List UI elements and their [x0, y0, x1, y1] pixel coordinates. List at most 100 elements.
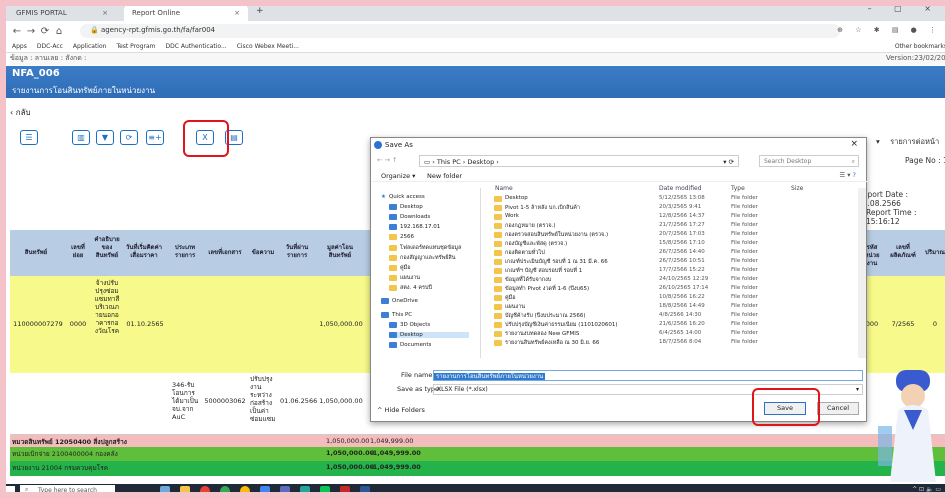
file-row[interactable]: คู่มือ 10/8/2566 16:22 File folder — [491, 294, 851, 302]
bookmark-webex[interactable]: Cisco Webex Meeti... — [237, 43, 299, 50]
filter-list-icon[interactable]: ☰ — [20, 130, 38, 145]
word-icon[interactable] — [360, 486, 370, 496]
col-name[interactable]: Name — [495, 185, 513, 192]
back-link[interactable]: ‹ กลับ — [10, 106, 31, 119]
reload-icon[interactable]: ⟳ — [38, 26, 52, 37]
filter-icon[interactable]: ▼ — [96, 130, 114, 145]
hide-folders-toggle[interactable]: ^ Hide Folders — [377, 406, 425, 414]
page-size-select[interactable]: ▾ รายการต่อหน้า — [876, 136, 939, 148]
col-date[interactable]: Date modified — [659, 185, 702, 192]
nav-item[interactable]: Desktop — [389, 204, 423, 210]
col-text: ข้อความ — [251, 249, 275, 256]
doc-cell: 5000003062 — [204, 397, 246, 405]
bookmark-ddc-acc[interactable]: DDC-Acc — [37, 43, 63, 50]
nav-item[interactable]: โฟลเดอร์ทดแทนชุดข้อมูล — [389, 244, 461, 252]
desktop-icon — [389, 332, 397, 338]
file-row[interactable]: กองตรวจสอบสินทรัพย์ในหน่วยงาน (ตรวจ.) 20/… — [491, 231, 851, 239]
folder-icon — [494, 259, 502, 265]
refresh-icon[interactable]: ⟳ — [120, 130, 138, 145]
app-icon[interactable] — [300, 486, 310, 496]
file-row[interactable]: เกณฑ์ประเมินบัญชี รอบที่ 1 ณ 31 มี.ค. 66… — [491, 258, 851, 266]
home-icon[interactable]: ⌂ — [52, 26, 66, 37]
app-icon[interactable] — [280, 486, 290, 496]
new-folder-button[interactable]: New folder — [427, 172, 462, 180]
nav-item[interactable]: OneDrive — [381, 298, 418, 304]
new-tab-icon[interactable]: + — [256, 6, 264, 16]
file-row[interactable]: ข้อมูลทำ Pivot งวดที่ 1-6 (ปีงบ65) 26/10/… — [491, 285, 851, 293]
col-type[interactable]: Type — [731, 185, 745, 192]
bookmark-test-program[interactable]: Test Program — [116, 43, 155, 50]
filename-input[interactable]: รายงานการโอนสินทรัพย์ภายในหน่วยงาน — [433, 370, 863, 381]
nav-item[interactable]: This PC — [381, 312, 412, 318]
search-input[interactable]: Search Desktop ⌕ — [759, 155, 859, 167]
bookmark-ddc-auth[interactable]: DDC Authenticatio... — [166, 43, 227, 50]
window-controls[interactable]: – ▢ × — [868, 4, 941, 13]
view-options-icon[interactable]: ☰ ▾ ? — [839, 171, 856, 179]
system-tray-icons[interactable]: ^ ⊡ 🔈 ▭ — [912, 486, 941, 493]
file-row[interactable]: ข้อมูลที่ได้รับจากงบ 24/10/2565 12:29 File… — [491, 276, 851, 284]
refresh-icon[interactable]: ▾ ⟳ — [723, 158, 734, 166]
nav-item[interactable]: กองสัญญาและทรัพย์สิน — [389, 254, 456, 262]
url-input[interactable]: 🔒 agency-rpt.gfmis.go.th/fa/far004 — [80, 24, 840, 38]
cancel-button[interactable]: Cancel — [817, 402, 859, 415]
app-icon[interactable] — [340, 486, 350, 496]
close-tab-icon[interactable]: × — [234, 9, 240, 17]
file-row[interactable]: กองกฎหมาย (ตรวจ.) 21/7/2566 17:27 File fol… — [491, 222, 851, 230]
nav-item[interactable]: 192.168.17.01 — [389, 224, 440, 230]
path-input[interactable]: ▭ › This PC › Desktop › ▾ ⟳ — [419, 155, 739, 167]
browser-menu-icons[interactable]: ⊕ ☆ ✱ ▤ ● ⋮ — [837, 26, 941, 34]
nav-item[interactable]: 2566 — [389, 234, 414, 240]
file-row[interactable]: แผนงาน 18/8/2566 14:49 File folder — [491, 303, 851, 311]
chrome-icon[interactable] — [220, 486, 230, 496]
onedrive-icon — [381, 298, 389, 304]
nav-item-selected[interactable]: Desktop — [389, 332, 469, 338]
file-row[interactable]: ปรับปรุงบัญชีเงินค่าธรรมเนียม (110102060… — [491, 321, 851, 329]
windows-start-icon[interactable] — [6, 486, 15, 495]
file-row[interactable]: กองติดตามทั่วไป 26/7/2566 14:40 File folde… — [491, 249, 851, 257]
file-list-scrollbar[interactable] — [858, 188, 866, 358]
task-view-icon[interactable] — [160, 486, 170, 496]
organize-button[interactable]: Organize ▾ — [381, 172, 415, 180]
folder-icon — [494, 295, 502, 301]
help-icon[interactable]: ? — [853, 171, 856, 179]
line-icon[interactable] — [320, 486, 330, 496]
file-row[interactable]: Pivot 1-5 ล้าหลัง บก.เบิกสินค้า 20/3/2565… — [491, 204, 851, 212]
file-row[interactable]: Work 12/8/2566 14:37 File folder — [491, 213, 851, 221]
nav-item[interactable]: 3D Objects — [389, 322, 430, 328]
summary-v2: 1,049,999.00 — [370, 437, 414, 445]
nav-item[interactable]: ★ Quick access — [381, 194, 425, 200]
close-tab-icon[interactable]: × — [102, 9, 108, 17]
chrome-icon[interactable] — [200, 486, 210, 496]
nav-item[interactable]: แผนงาน — [389, 274, 420, 282]
folder-icon — [494, 340, 502, 346]
file-row[interactable]: รายงานสินทรัพย์คงเหลือ ณ 30 มิ.ย. 66 18/7… — [491, 339, 851, 347]
file-row[interactable]: กองบัญชีและพัสดุ (ตรวจ.) 15/8/2566 17:10 F… — [491, 240, 851, 248]
nav-back-icon[interactable]: ← → ↑ — [377, 156, 397, 164]
nav-item[interactable]: Documents — [389, 342, 431, 348]
nav-item[interactable]: สตง. 4 ครบปี — [389, 284, 432, 292]
nav-item[interactable]: คู่มือ — [389, 264, 411, 272]
close-icon[interactable]: × — [850, 139, 858, 149]
folder-icon — [494, 205, 502, 211]
col-size[interactable]: Size — [791, 185, 803, 192]
file-explorer-icon[interactable] — [180, 486, 190, 496]
tab-report-online[interactable]: Report Online × — [124, 4, 248, 21]
qty-cell: 0 — [932, 320, 938, 328]
app-icon[interactable] — [260, 486, 270, 496]
address-bar-row: ← → ⟳ ⌂ 🔒 agency-rpt.gfmis.go.th/fa/far0… — [0, 21, 951, 41]
tab-gfmis-portal[interactable]: GFMIS PORTAL × — [8, 4, 116, 21]
file-row[interactable]: Desktop 5/12/2565 13:08 File folder — [491, 195, 851, 203]
bookmark-apps[interactable]: Apps — [12, 43, 27, 50]
chrome-icon[interactable] — [240, 486, 250, 496]
back-arrow-icon[interactable]: ← — [10, 26, 24, 37]
forward-arrow-icon[interactable]: → — [24, 26, 38, 37]
taskbar-search-input[interactable]: ⌕ Type here to search — [20, 485, 115, 497]
bookmark-application[interactable]: Application — [73, 43, 107, 50]
add-list-icon[interactable]: ≡+ — [146, 130, 164, 145]
bookmark-other[interactable]: Other bookmarks — [895, 43, 947, 50]
nav-item[interactable]: Downloads — [389, 214, 430, 220]
file-row[interactable]: รายงานงบทดลอง New GFMIS 6/4/2565 14:00 Fil… — [491, 330, 851, 338]
file-row[interactable]: เกณฑ์ฯ บัญชี สอบรอบที่ รอบที่ 1 17/7/2566… — [491, 267, 851, 275]
columns-icon[interactable]: ▥ — [72, 130, 90, 145]
file-row[interactable]: บัญชีค้างรับ (ปีงบประมาณ 2566) 4/8/2566 1… — [491, 312, 851, 320]
